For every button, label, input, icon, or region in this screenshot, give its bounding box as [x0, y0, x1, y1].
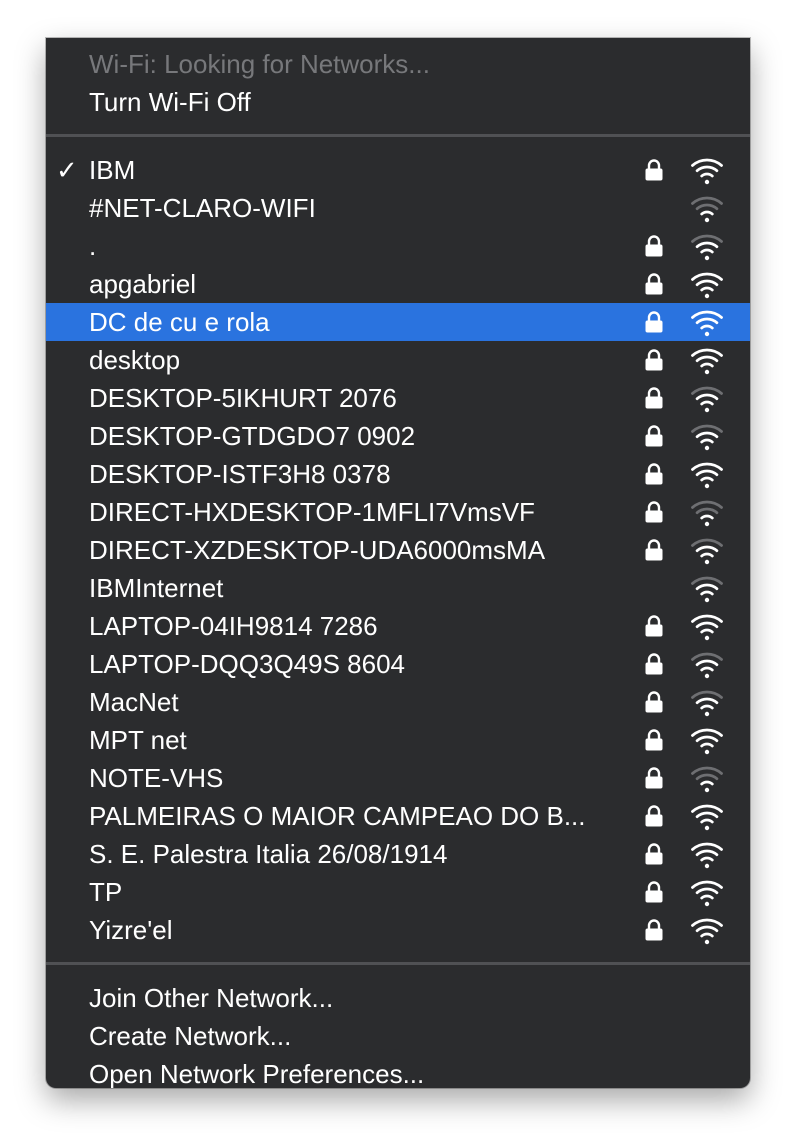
lock-icon — [645, 729, 663, 751]
wifi-signal-icon — [691, 424, 723, 451]
wifi-signal-icon — [691, 728, 723, 755]
network-item[interactable]: MPT net — [46, 721, 750, 759]
network-item[interactable]: IBMInternet — [46, 569, 750, 607]
create-network-label: Create Network... — [89, 1021, 292, 1051]
wifi-signal-icon — [691, 234, 723, 261]
network-name: DESKTOP-ISTF3H8 0378 — [89, 459, 391, 489]
network-item[interactable]: . — [46, 227, 750, 265]
network-name: desktop — [89, 345, 181, 375]
wifi-signal-icon — [691, 538, 723, 565]
network-name: #NET-CLARO-WIFI — [89, 193, 316, 223]
wifi-signal-icon — [691, 918, 723, 945]
wifi-signal-icon — [691, 690, 723, 717]
network-item[interactable]: DIRECT-XZDESKTOP-UDA6000msMA — [46, 531, 750, 569]
menu-separator — [46, 134, 750, 137]
lock-icon — [645, 881, 663, 903]
network-item[interactable]: DC de cu e rola — [46, 303, 750, 341]
network-item[interactable]: DESKTOP-5IKHURT 2076 — [46, 379, 750, 417]
open-network-preferences-item[interactable]: Open Network Preferences... — [46, 1055, 750, 1088]
network-item[interactable]: DIRECT-HXDESKTOP-1MFLI7VmsVF — [46, 493, 750, 531]
network-item[interactable]: apgabriel — [46, 265, 750, 303]
checkmark-icon: ✓ — [56, 155, 78, 185]
lock-icon — [645, 425, 663, 447]
network-name: MacNet — [89, 687, 179, 717]
network-name: LAPTOP-04IH9814 7286 — [89, 611, 378, 641]
network-list: ✓ IBM #NET-CLARO-WIFI. apgabriel DC de cu e … — [46, 151, 750, 949]
lock-icon — [645, 159, 663, 181]
network-item[interactable]: desktop — [46, 341, 750, 379]
network-name: NOTE-VHS — [89, 763, 224, 793]
network-item[interactable]: S. E. Palestra Italia 26/08/1914 — [46, 835, 750, 873]
network-name: LAPTOP-DQQ3Q49S 8604 — [89, 649, 406, 679]
wifi-signal-icon — [691, 158, 723, 185]
lock-icon — [645, 501, 663, 523]
lock-icon — [645, 691, 663, 713]
network-item[interactable]: DESKTOP-ISTF3H8 0378 — [46, 455, 750, 493]
lock-icon — [645, 349, 663, 371]
network-name: TP — [89, 877, 123, 907]
network-name: apgabriel — [89, 269, 196, 299]
network-item[interactable]: DESKTOP-GTDGDO7 0902 — [46, 417, 750, 455]
lock-icon — [645, 653, 663, 675]
lock-icon — [645, 843, 663, 865]
turn-wifi-off-item[interactable]: Turn Wi-Fi Off — [46, 83, 750, 121]
network-item[interactable]: PALMEIRAS O MAIOR CAMPEAO DO B... — [46, 797, 750, 835]
lock-icon — [645, 767, 663, 789]
network-name: MPT net — [89, 725, 187, 755]
lock-icon — [645, 463, 663, 485]
wifi-signal-icon — [691, 652, 723, 679]
lock-icon — [645, 919, 663, 941]
wifi-signal-icon — [691, 576, 723, 603]
lock-icon — [645, 805, 663, 827]
wifi-status: Wi-Fi: Looking for Networks... — [46, 45, 750, 83]
wifi-signal-icon — [691, 614, 723, 641]
lock-icon — [645, 273, 663, 295]
wifi-signal-icon — [691, 842, 723, 869]
menu-separator — [46, 962, 750, 965]
network-name: DC de cu e rola — [89, 307, 270, 337]
network-name: IBM — [89, 155, 136, 185]
network-item[interactable]: LAPTOP-04IH9814 7286 — [46, 607, 750, 645]
wifi-status-label: Wi-Fi: Looking for Networks... — [89, 49, 430, 79]
lock-icon — [645, 235, 663, 257]
lock-icon — [645, 311, 663, 333]
network-item[interactable]: LAPTOP-DQQ3Q49S 8604 — [46, 645, 750, 683]
wifi-signal-icon — [691, 880, 723, 907]
wifi-signal-icon — [691, 310, 723, 337]
wifi-menu: Wi-Fi: Looking for Networks... Turn Wi-F… — [46, 38, 750, 1088]
wifi-signal-icon — [691, 196, 723, 223]
wifi-signal-icon — [691, 348, 723, 375]
network-name: DESKTOP-5IKHURT 2076 — [89, 383, 397, 413]
network-name: DIRECT-XZDESKTOP-UDA6000msMA — [89, 535, 546, 565]
network-name: . — [89, 231, 97, 261]
wifi-signal-icon — [691, 500, 723, 527]
network-item[interactable]: ✓ IBM — [46, 151, 750, 189]
wifi-signal-icon — [691, 386, 723, 413]
create-network-item[interactable]: Create Network... — [46, 1017, 750, 1055]
wifi-signal-icon — [691, 462, 723, 489]
wifi-signal-icon — [691, 272, 723, 299]
lock-icon — [645, 615, 663, 637]
network-item[interactable]: #NET-CLARO-WIFI — [46, 189, 750, 227]
network-item[interactable]: MacNet — [46, 683, 750, 721]
network-name: S. E. Palestra Italia 26/08/1914 — [89, 839, 448, 869]
network-item[interactable]: TP — [46, 873, 750, 911]
turn-wifi-off-label: Turn Wi-Fi Off — [89, 87, 251, 117]
network-item[interactable]: NOTE-VHS — [46, 759, 750, 797]
join-other-network-label: Join Other Network... — [89, 983, 334, 1013]
network-item[interactable]: Yizre'el — [46, 911, 750, 949]
join-other-network-item[interactable]: Join Other Network... — [46, 979, 750, 1017]
wifi-signal-icon — [691, 766, 723, 793]
network-name: DESKTOP-GTDGDO7 0902 — [89, 421, 416, 451]
network-name: PALMEIRAS O MAIOR CAMPEAO DO B... — [89, 801, 586, 831]
wifi-signal-icon — [691, 804, 723, 831]
lock-icon — [645, 387, 663, 409]
network-name: IBMInternet — [89, 573, 224, 603]
network-name: DIRECT-HXDESKTOP-1MFLI7VmsVF — [89, 497, 535, 527]
lock-icon — [645, 539, 663, 561]
open-network-preferences-label: Open Network Preferences... — [89, 1059, 425, 1088]
network-name: Yizre'el — [89, 915, 173, 945]
